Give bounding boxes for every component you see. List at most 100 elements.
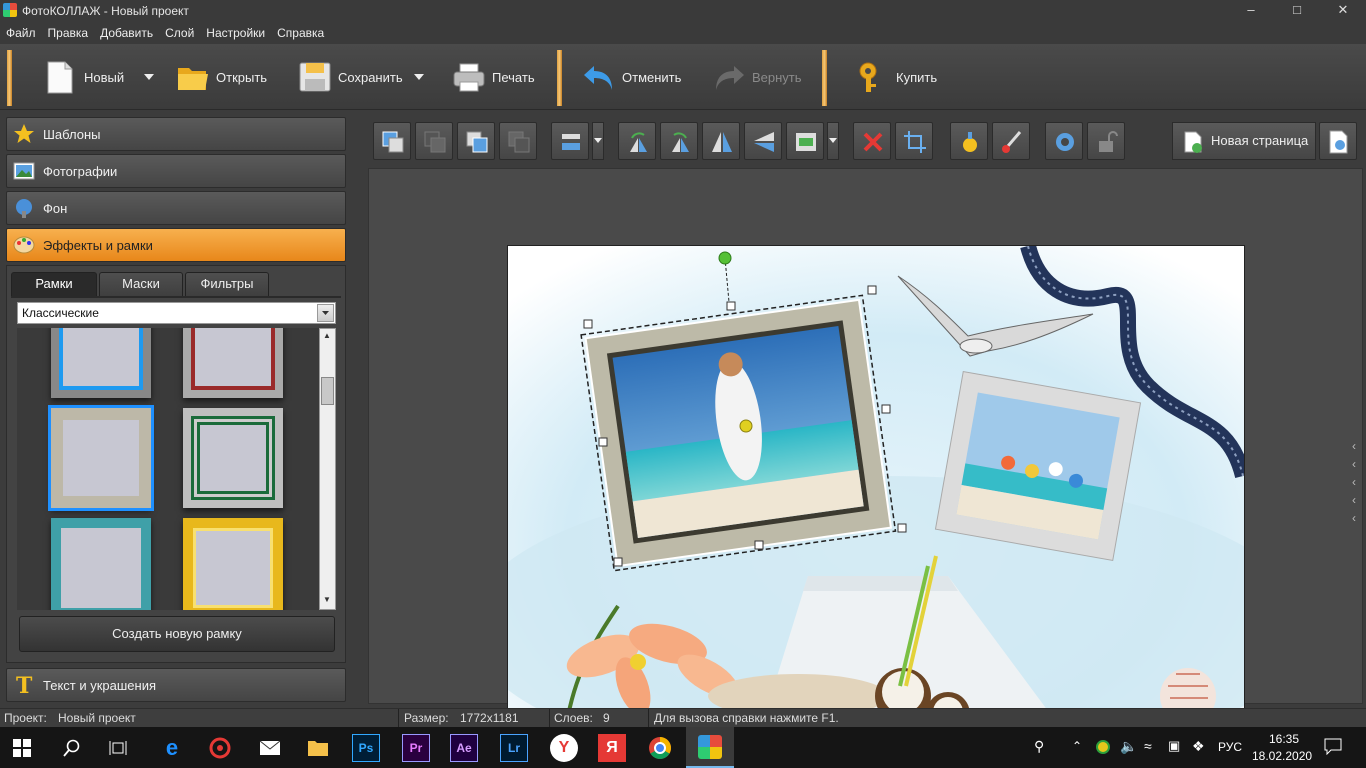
task-view-icon[interactable] — [104, 734, 132, 762]
frame-thumb-gold[interactable] — [183, 518, 283, 610]
chevron-left-icon[interactable]: ‹ — [1352, 511, 1356, 525]
send-backward-icon — [508, 131, 530, 153]
section-effects[interactable]: Эффекты и рамки — [6, 228, 346, 262]
section-photos-label: Фотографии — [43, 163, 118, 179]
tray-chevron-up-icon[interactable]: ⌃ — [1072, 739, 1082, 753]
send-back-icon — [424, 131, 446, 153]
rotate-left-button[interactable] — [618, 122, 656, 160]
undo-button[interactable]: Отменить — [582, 52, 681, 102]
tab-frames[interactable]: Рамки — [11, 272, 97, 296]
frame-category-select[interactable]: Классические — [17, 302, 336, 324]
bring-to-front-button[interactable] — [373, 122, 411, 160]
align-button[interactable] — [551, 122, 589, 160]
yandex-icon[interactable]: Я — [598, 734, 626, 762]
frame-thumb-blue[interactable] — [51, 328, 151, 398]
fit-dropdown[interactable] — [827, 122, 839, 160]
properties-button[interactable] — [1045, 122, 1083, 160]
menu-layer[interactable]: Слой — [159, 22, 200, 40]
new-page-button[interactable]: Новая страница — [1172, 122, 1316, 160]
menu-edit[interactable]: Правка — [42, 22, 95, 40]
section-text[interactable]: T Текст и украшения — [6, 668, 346, 702]
new-button[interactable]: Новый — [44, 52, 124, 102]
minimize-button[interactable]: – — [1228, 0, 1274, 22]
flip-horizontal-button[interactable] — [702, 122, 740, 160]
people-icon[interactable]: ⚲ — [1034, 738, 1044, 755]
gallery-scrollbar[interactable]: ▲ ▼ — [319, 328, 336, 610]
close-button[interactable]: ✕ — [1320, 0, 1366, 22]
chrome-icon[interactable] — [646, 734, 674, 762]
lock-button[interactable] — [1087, 122, 1125, 160]
premiere-icon[interactable]: Pr — [402, 734, 430, 762]
new-page-icon — [1184, 131, 1202, 153]
photoshop-icon[interactable]: Ps — [352, 734, 380, 762]
menu-file[interactable]: Файл — [0, 22, 42, 40]
tab-filters[interactable]: Фильтры — [185, 272, 269, 296]
search-icon[interactable] — [58, 734, 86, 762]
frame-thumb-classic-selected[interactable] — [48, 405, 154, 511]
collage-canvas[interactable] — [507, 245, 1245, 737]
send-backward-button[interactable] — [499, 122, 537, 160]
network-icon[interactable]: ▣ — [1168, 738, 1180, 754]
maximize-button[interactable]: □ — [1274, 0, 1320, 22]
open-button[interactable]: Открыть — [176, 52, 267, 102]
svg-text:T: T — [16, 674, 33, 696]
redo-button[interactable]: Вернуть — [712, 52, 802, 102]
photo-icon — [13, 160, 35, 182]
save-dropdown-arrow-icon[interactable] — [414, 74, 424, 80]
chevron-left-icon[interactable]: ‹ — [1352, 439, 1356, 453]
save-button[interactable]: Сохранить — [298, 52, 403, 102]
toolbar-separator — [557, 50, 562, 106]
create-frame-button[interactable]: Создать новую рамку — [19, 616, 335, 652]
fit-button[interactable] — [786, 122, 824, 160]
clock-date[interactable]: 18.02.2020 — [1252, 749, 1312, 763]
chevron-left-icon[interactable]: ‹ — [1352, 457, 1356, 471]
scroll-up-icon[interactable]: ▲ — [323, 331, 331, 340]
status-layers-label: Слоев: — [554, 711, 593, 725]
bring-forward-button[interactable] — [457, 122, 495, 160]
section-background[interactable]: Фон — [6, 191, 346, 225]
yandex-browser-icon[interactable]: Y — [550, 734, 578, 762]
mail-icon[interactable] — [256, 734, 284, 762]
chevron-left-icon[interactable]: ‹ — [1352, 493, 1356, 507]
tray-app-icon[interactable] — [1096, 740, 1110, 754]
dropbox-icon[interactable]: ❖ — [1192, 738, 1205, 755]
delete-button[interactable] — [853, 122, 891, 160]
buy-button[interactable]: Купить — [856, 52, 937, 102]
language-indicator[interactable]: РУС — [1218, 740, 1242, 754]
menu-settings[interactable]: Настройки — [200, 22, 271, 40]
print-button[interactable]: Печать — [452, 52, 535, 102]
chevron-left-icon[interactable]: ‹ — [1352, 475, 1356, 489]
send-to-back-button[interactable] — [415, 122, 453, 160]
frame-thumb-red[interactable] — [183, 328, 283, 398]
wifi-icon[interactable]: ≈ — [1144, 738, 1152, 754]
clock-time[interactable]: 16:35 — [1266, 732, 1302, 746]
frame-thumb-teal[interactable] — [51, 518, 151, 610]
scroll-down-icon[interactable]: ▼ — [323, 595, 331, 604]
speaker-icon[interactable]: 🔈 — [1120, 738, 1137, 755]
lightroom-icon[interactable]: Lr — [500, 734, 528, 762]
menu-help[interactable]: Справка — [271, 22, 330, 40]
tab-masks[interactable]: Маски — [99, 272, 183, 296]
flip-vertical-button[interactable] — [744, 122, 782, 160]
menu-add[interactable]: Добавить — [94, 22, 159, 40]
file-explorer-icon[interactable] — [304, 734, 332, 762]
section-templates[interactable]: Шаблоны — [6, 117, 346, 151]
new-dropdown-arrow-icon[interactable] — [144, 74, 154, 80]
frame-thumb-green[interactable] — [183, 408, 283, 508]
fotocollage-taskbar-button[interactable] — [686, 727, 734, 768]
rotate-right-button[interactable] — [660, 122, 698, 160]
scrollbar-thumb[interactable] — [321, 377, 334, 405]
crop-button[interactable] — [895, 122, 933, 160]
crop-icon — [904, 131, 926, 153]
brush-button[interactable] — [992, 122, 1030, 160]
app-gear-red-icon[interactable] — [206, 734, 234, 762]
edge-browser-icon[interactable]: e — [158, 734, 186, 762]
effects-button[interactable] — [950, 122, 988, 160]
align-dropdown[interactable] — [592, 122, 604, 160]
buy-label: Купить — [896, 69, 938, 85]
notifications-icon[interactable] — [1324, 737, 1342, 758]
page-settings-button[interactable] — [1319, 122, 1357, 160]
windows-start-icon[interactable] — [8, 734, 36, 762]
section-photos[interactable]: Фотографии — [6, 154, 346, 188]
after-effects-icon[interactable]: Ae — [450, 734, 478, 762]
